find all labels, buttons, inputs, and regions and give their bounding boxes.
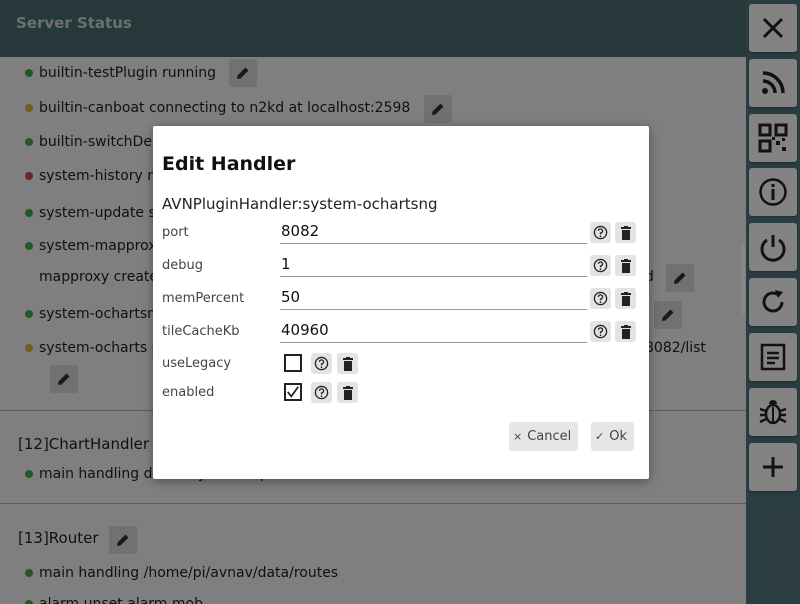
check-icon: ✓	[595, 430, 605, 443]
enabled-checkbox[interactable]	[284, 383, 302, 401]
param-label-enabled: enabled	[162, 385, 215, 400]
delete-button[interactable]	[337, 382, 358, 403]
check-icon	[287, 386, 299, 398]
dialog-subtitle: AVNPluginHandler:system-ochartsng	[162, 195, 438, 213]
param-label-tilecachekb: tileCacheKb	[162, 324, 240, 339]
cancel-button[interactable]: × Cancel	[509, 422, 579, 451]
trash-icon	[620, 258, 631, 273]
help-icon	[593, 324, 608, 339]
param-label-uselegacy: useLegacy	[162, 356, 232, 371]
help-button[interactable]	[590, 321, 611, 342]
uselegacy-checkbox[interactable]	[284, 354, 302, 372]
toolbar-backdrop	[746, 0, 800, 604]
help-icon	[314, 356, 329, 371]
param-label-mempercent: memPercent	[162, 291, 245, 306]
delete-button[interactable]	[615, 288, 636, 309]
help-button[interactable]	[590, 255, 611, 276]
param-label-debug: debug	[162, 258, 203, 273]
help-button[interactable]	[311, 382, 332, 403]
delete-button[interactable]	[337, 353, 358, 374]
help-icon	[593, 291, 608, 306]
help-button[interactable]	[590, 222, 611, 243]
help-icon	[314, 385, 329, 400]
param-label-port: port	[162, 225, 189, 240]
debug-input[interactable]	[280, 251, 587, 277]
help-icon	[593, 258, 608, 273]
help-button[interactable]	[590, 288, 611, 309]
trash-icon	[620, 225, 631, 240]
help-icon	[593, 225, 608, 240]
mempercent-input[interactable]	[280, 284, 587, 310]
edit-handler-dialog: Edit Handler AVNPluginHandler:system-och…	[153, 126, 649, 479]
trash-icon	[620, 291, 631, 306]
delete-button[interactable]	[615, 255, 636, 276]
help-button[interactable]	[311, 353, 332, 374]
port-input[interactable]	[280, 218, 587, 244]
trash-icon	[620, 324, 631, 339]
delete-button[interactable]	[615, 321, 636, 342]
trash-icon	[342, 385, 353, 400]
close-icon: ×	[513, 430, 523, 443]
delete-button[interactable]	[615, 222, 636, 243]
tilecachekb-input[interactable]	[280, 317, 587, 343]
trash-icon	[342, 356, 353, 371]
ok-button[interactable]: ✓ Ok	[591, 422, 634, 451]
scrollbar-thumb[interactable]	[741, 244, 745, 314]
dialog-title: Edit Handler	[162, 153, 296, 175]
